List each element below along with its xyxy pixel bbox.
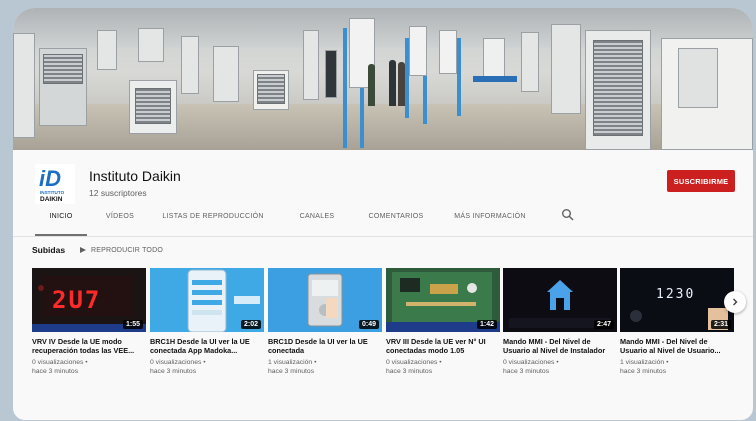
video-card[interactable]: 2:02 BRC1H Desde la UI ver la UE conecta… xyxy=(150,268,264,376)
channel-banner xyxy=(13,8,753,150)
channel-tabs: INICIO VÍDEOS LISTAS DE REPRODUCCIÓN CAN… xyxy=(13,208,753,236)
subscribe-button[interactable]: SUSCRIBIRME xyxy=(667,170,735,192)
video-thumbnail[interactable]: 1:42 xyxy=(386,268,500,332)
video-age: hace 3 minutos xyxy=(386,368,433,375)
logo-line2: DAIKIN xyxy=(40,196,63,203)
section-title[interactable]: Subidas xyxy=(32,245,65,255)
video-duration: 2:31 xyxy=(710,320,731,329)
video-duration: 2:02 xyxy=(240,320,261,329)
subscriber-count: 12 suscriptores xyxy=(89,188,147,198)
video-thumbnail[interactable]: 2:02 xyxy=(150,268,264,332)
logo-mark: iD xyxy=(39,166,61,191)
display-readout: 1230 xyxy=(656,287,695,302)
video-duration: 0:49 xyxy=(358,320,379,329)
search-icon[interactable] xyxy=(561,208,575,222)
video-views: 0 visualizaciones • xyxy=(503,359,559,366)
video-card[interactable]: 2U7 1:55 VRV IV Desde la UE modo recuper… xyxy=(32,268,146,376)
chevron-right-icon xyxy=(733,298,738,306)
video-age: hace 3 minutos xyxy=(150,368,197,375)
tab-comentarios[interactable]: COMENTARIOS xyxy=(361,210,431,236)
tab-inicio[interactable]: INICIO xyxy=(35,210,87,236)
tab-listas[interactable]: LISTAS DE REPRODUCCIÓN xyxy=(159,210,267,236)
video-thumbnail[interactable]: 2U7 1:55 xyxy=(32,268,146,332)
play-all-label: REPRODUCIR TODO xyxy=(91,246,163,254)
video-title[interactable]: Mando MMI - Del Nivel de Usuario al Nive… xyxy=(620,337,734,355)
video-views: 0 visualizaciones • xyxy=(150,359,206,366)
video-age: hace 3 minutos xyxy=(620,368,667,375)
video-title[interactable]: BRC1H Desde la UI ver la UE conectada Ap… xyxy=(150,337,264,355)
video-age: hace 3 minutos xyxy=(503,368,550,375)
tab-mas-informacion[interactable]: MÁS INFORMACIÓN xyxy=(447,210,533,236)
video-title[interactable]: VRV IV Desde la UE modo recuperación tod… xyxy=(32,337,146,355)
video-thumbnail[interactable]: 2:47 xyxy=(503,268,617,332)
video-age: hace 3 minutos xyxy=(268,368,315,375)
video-views: 1 visualización • xyxy=(268,359,317,366)
video-title[interactable]: VRV III Desde la UE ver N° UI conectadas… xyxy=(386,337,500,355)
tab-videos[interactable]: VÍDEOS xyxy=(95,210,145,236)
play-icon xyxy=(80,247,86,253)
video-duration: 2:47 xyxy=(593,320,614,329)
video-card[interactable]: 2:47 Mando MMI - Del Nivel de Usuario al… xyxy=(503,268,617,376)
video-age: hace 3 minutos xyxy=(32,368,79,375)
video-card[interactable]: 1230 2:31 Mando MMI - Del Nivel de Usuar… xyxy=(620,268,734,376)
video-duration: 1:42 xyxy=(476,320,497,329)
channel-header: iD INSTITUTO DAIKIN Instituto Daikin 12 … xyxy=(13,150,753,236)
play-all-button[interactable]: REPRODUCIR TODO xyxy=(80,245,163,255)
header-divider xyxy=(13,236,753,237)
channel-name[interactable]: Instituto Daikin xyxy=(89,168,181,184)
video-duration: 1:55 xyxy=(122,320,143,329)
instituto-daikin-logo-icon: iD INSTITUTO DAIKIN xyxy=(35,164,75,204)
channel-avatar[interactable]: iD INSTITUTO DAIKIN xyxy=(35,164,75,204)
carousel-next-button[interactable] xyxy=(724,291,746,313)
display-readout: 2U7 xyxy=(52,286,101,314)
video-thumbnail[interactable]: 1230 2:31 xyxy=(620,268,734,332)
video-views: 0 visualizaciones • xyxy=(386,359,442,366)
video-views: 0 visualizaciones • xyxy=(32,359,88,366)
video-title[interactable]: BRC1D Desde la UI ver la UE conectada xyxy=(268,337,382,355)
video-card[interactable]: 0:49 BRC1D Desde la UI ver la UE conecta… xyxy=(268,268,382,376)
channel-page: iD INSTITUTO DAIKIN Instituto Daikin 12 … xyxy=(13,8,753,420)
video-title[interactable]: Mando MMI - Del Nivel de Usuario al Nive… xyxy=(503,337,617,355)
video-thumbnail[interactable]: 0:49 xyxy=(268,268,382,332)
logo-line1: INSTITUTO xyxy=(40,190,65,195)
video-views: 1 visualización • xyxy=(620,359,669,366)
tab-canales[interactable]: CANALES xyxy=(289,210,345,236)
video-card[interactable]: 1:42 VRV III Desde la UE ver N° UI conec… xyxy=(386,268,500,376)
